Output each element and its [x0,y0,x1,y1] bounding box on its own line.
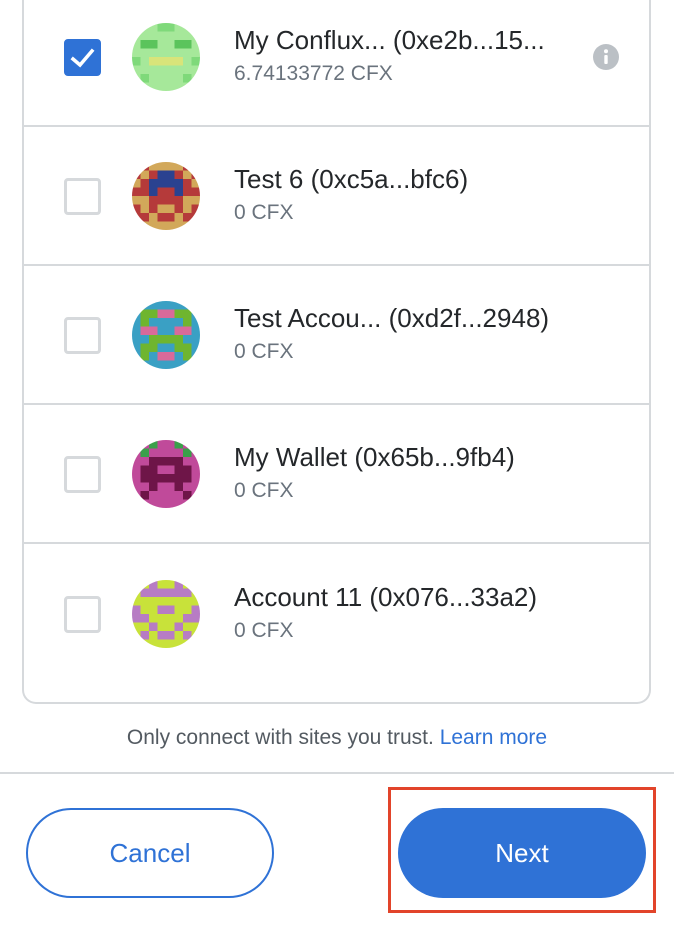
account-row[interactable]: Account 11 (0x076...33a2) 0 CFX [24,544,649,683]
divider [0,772,674,774]
account-balance: 0 CFX [234,618,294,642]
cancel-button[interactable]: Cancel [26,808,274,898]
account-checkbox[interactable] [64,595,101,633]
account-balance: 0 CFX [234,339,294,363]
account-row[interactable]: My Conflux... (0xe2b...15... 6.74133772 … [24,0,649,127]
checkmark-icon [70,48,95,67]
account-checkbox[interactable] [64,177,101,215]
learn-more-link[interactable]: Learn more [440,726,547,749]
connect-accounts-page: My Conflux... (0xe2b...15... 6.74133772 … [0,0,674,928]
account-row[interactable]: My Wallet (0x65b...9fb4) 0 CFX [24,405,649,544]
info-icon[interactable] [592,43,620,71]
account-balance: 0 CFX [234,478,294,502]
account-name: Account 11 (0x076...33a2) [234,581,538,612]
account-list: My Conflux... (0xe2b...15... 6.74133772 … [22,0,651,704]
account-checkbox[interactable] [64,38,101,76]
account-balance: 0 CFX [234,200,294,224]
account-name: Test Accou... (0xd2f...2948) [234,302,550,333]
account-balance: 6.74133772 CFX [234,61,393,85]
trust-notice: Only connect with sites you trust. Learn… [0,726,674,750]
account-row[interactable]: Test Accou... (0xd2f...2948) 0 CFX [24,266,649,405]
account-checkbox[interactable] [64,455,101,493]
account-avatar [132,579,200,648]
account-name: My Conflux... (0xe2b...15... [234,24,545,55]
account-row[interactable]: Test 6 (0xc5a...bfc6) 0 CFX [24,127,649,266]
account-name: My Wallet (0x65b...9fb4) [234,441,515,472]
trust-text: Only connect with sites you trust. [126,726,434,749]
account-name: Test 6 (0xc5a...bfc6) [234,163,469,194]
account-avatar [132,300,200,369]
account-checkbox[interactable] [64,316,101,354]
account-avatar [132,22,200,91]
account-avatar [132,439,200,508]
next-button[interactable]: Next [398,808,646,898]
account-avatar [132,161,200,230]
